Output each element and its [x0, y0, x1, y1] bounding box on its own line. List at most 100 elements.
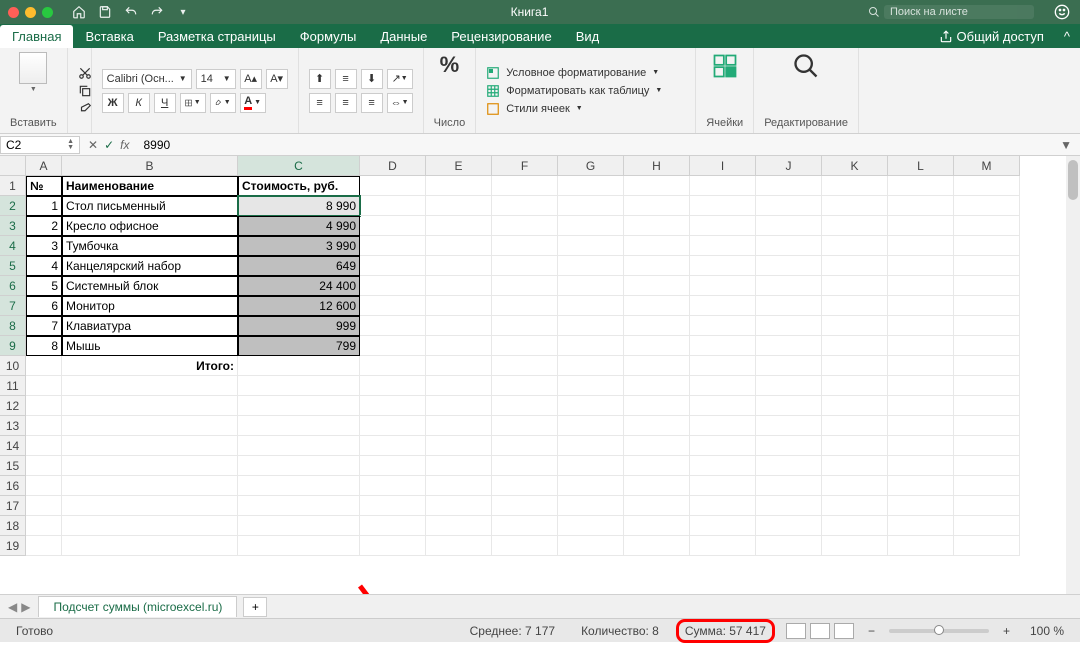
collapse-ribbon-button[interactable]: ^ [1054, 25, 1080, 48]
cell[interactable] [26, 536, 62, 556]
cell[interactable] [426, 376, 492, 396]
cell[interactable] [690, 336, 756, 356]
cell[interactable] [62, 416, 238, 436]
orientation-button[interactable]: ↗▼ [387, 69, 413, 89]
cell[interactable] [26, 476, 62, 496]
align-center-button[interactable]: ≡ [335, 93, 357, 113]
cell[interactable] [360, 316, 426, 336]
cell[interactable]: 7 [26, 316, 62, 336]
cell[interactable] [558, 496, 624, 516]
cell[interactable]: 24 400 [238, 276, 360, 296]
cell[interactable]: Тумбочка [62, 236, 238, 256]
cell[interactable] [954, 196, 1020, 216]
cell[interactable] [888, 416, 954, 436]
row-header[interactable]: 9 [0, 336, 26, 356]
cell[interactable]: 8 [26, 336, 62, 356]
cell[interactable] [954, 476, 1020, 496]
cell[interactable] [888, 256, 954, 276]
cell[interactable] [624, 356, 690, 376]
cell[interactable] [822, 536, 888, 556]
cell[interactable] [690, 296, 756, 316]
cell[interactable] [756, 536, 822, 556]
cell[interactable] [624, 176, 690, 196]
cell[interactable] [954, 436, 1020, 456]
cell[interactable] [360, 516, 426, 536]
col-header[interactable]: C [238, 156, 360, 176]
normal-view-button[interactable] [786, 623, 806, 639]
percent-icon[interactable]: % [440, 52, 460, 78]
find-icon[interactable] [792, 52, 820, 80]
cell[interactable] [360, 496, 426, 516]
cell[interactable] [238, 416, 360, 436]
cell[interactable] [690, 396, 756, 416]
cell[interactable] [690, 216, 756, 236]
cell[interactable] [888, 276, 954, 296]
cell[interactable] [756, 336, 822, 356]
cell[interactable] [822, 236, 888, 256]
cell[interactable] [62, 516, 238, 536]
cell[interactable] [558, 416, 624, 436]
cell[interactable] [62, 376, 238, 396]
cell[interactable] [822, 256, 888, 276]
align-middle-button[interactable]: ≡ [335, 69, 357, 89]
cell[interactable] [426, 176, 492, 196]
cell[interactable] [822, 176, 888, 196]
cell[interactable] [954, 336, 1020, 356]
redo-icon[interactable] [149, 4, 165, 20]
row-header[interactable]: 10 [0, 356, 26, 376]
format-painter-icon[interactable] [78, 102, 81, 116]
cell[interactable]: Стоимость, руб. [238, 176, 360, 196]
paste-button[interactable]: ▼ [19, 52, 47, 93]
merge-button[interactable]: ⇔▼ [387, 93, 413, 113]
cell[interactable] [558, 176, 624, 196]
next-sheet-button[interactable]: ▶ [21, 600, 30, 614]
cell[interactable]: 5 [26, 276, 62, 296]
cell[interactable] [360, 216, 426, 236]
cell[interactable] [822, 516, 888, 536]
cell[interactable] [558, 296, 624, 316]
cell[interactable] [360, 256, 426, 276]
cell[interactable] [690, 536, 756, 556]
cell[interactable] [954, 376, 1020, 396]
cell[interactable] [756, 196, 822, 216]
cell[interactable] [492, 216, 558, 236]
cell[interactable] [238, 456, 360, 476]
cell[interactable] [690, 276, 756, 296]
cell[interactable] [26, 456, 62, 476]
cell[interactable] [888, 336, 954, 356]
cell[interactable]: 3 [26, 236, 62, 256]
cell[interactable] [238, 476, 360, 496]
cell[interactable] [756, 296, 822, 316]
row-header[interactable]: 17 [0, 496, 26, 516]
col-header[interactable]: H [624, 156, 690, 176]
cell[interactable] [624, 276, 690, 296]
cell[interactable] [558, 396, 624, 416]
cell[interactable] [624, 416, 690, 436]
cell[interactable] [756, 476, 822, 496]
cell[interactable] [954, 536, 1020, 556]
row-header[interactable]: 1 [0, 176, 26, 196]
cell[interactable] [888, 296, 954, 316]
cell[interactable] [888, 436, 954, 456]
cell[interactable] [492, 496, 558, 516]
cell[interactable] [756, 436, 822, 456]
cell[interactable] [822, 416, 888, 436]
cell[interactable] [62, 436, 238, 456]
spreadsheet-grid[interactable]: ABCDEFGHIJKLM1№НаименованиеСтоимость, ру… [0, 156, 1080, 594]
cells-icon[interactable] [711, 52, 739, 80]
cell[interactable] [822, 336, 888, 356]
cell[interactable]: Кресло офисное [62, 216, 238, 236]
row-header[interactable]: 12 [0, 396, 26, 416]
cell[interactable] [492, 416, 558, 436]
tab-view[interactable]: Вид [564, 25, 612, 48]
cell[interactable] [238, 436, 360, 456]
cell[interactable] [822, 456, 888, 476]
cell[interactable] [822, 436, 888, 456]
cell[interactable] [426, 196, 492, 216]
cell[interactable] [426, 296, 492, 316]
cell[interactable] [238, 376, 360, 396]
cell[interactable] [26, 396, 62, 416]
cell[interactable] [822, 196, 888, 216]
cell[interactable] [558, 376, 624, 396]
tab-data[interactable]: Данные [368, 25, 439, 48]
